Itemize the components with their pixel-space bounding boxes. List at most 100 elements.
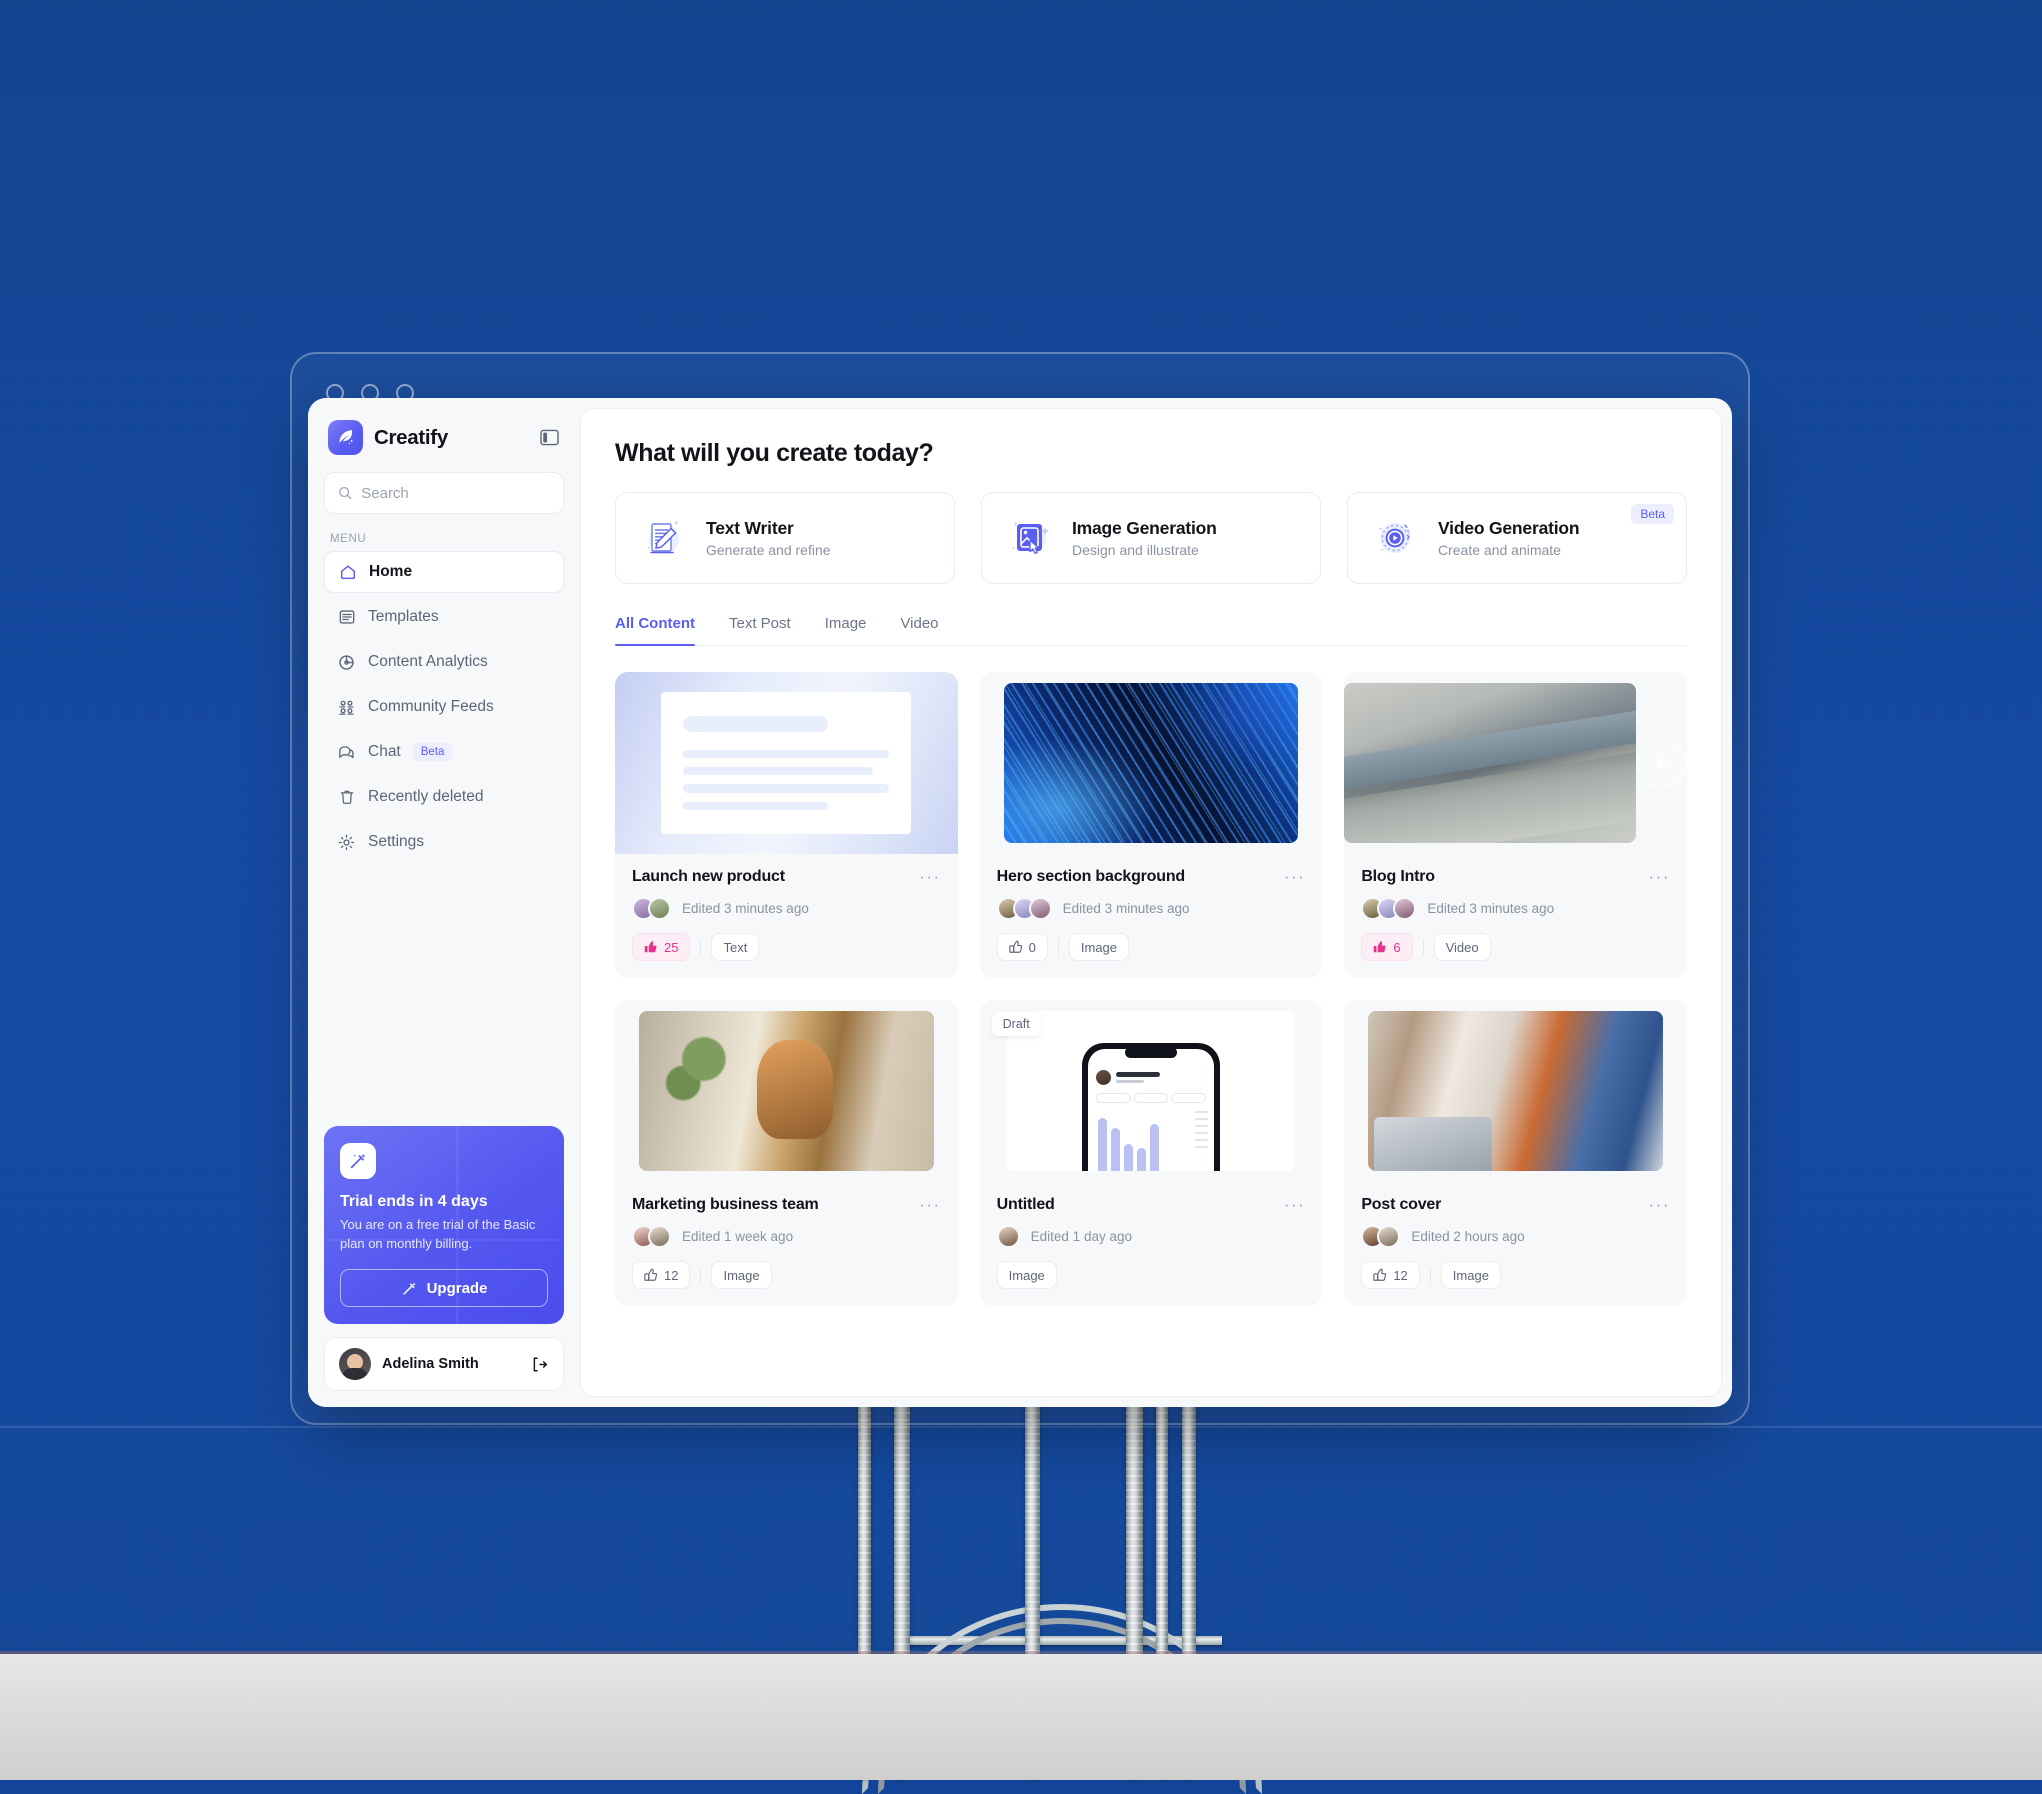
upgrade-button-label: Upgrade [426,1279,488,1297]
menu-section-label: MENU [330,533,367,545]
badge-divider [700,939,702,955]
user-name: Adelina Smith [382,1356,479,1372]
magic-wand-icon [402,1281,416,1295]
like-badge[interactable]: 12 [632,1261,691,1289]
like-count: 12 [664,1267,679,1283]
panel-collapse-icon[interactable] [538,427,560,449]
content-card[interactable]: Post cover ··· Edited 2 hours ago 12 Ima… [1344,1000,1687,1306]
brand-name: Creatify [374,425,448,449]
text-document-placeholder-thumbnail [615,672,958,854]
content-card-title: Launch new product [632,868,785,885]
templates-icon [337,608,356,627]
sidebar-item-label: Settings [368,833,425,850]
action-card-title: Image Generation [1072,518,1217,538]
play-button[interactable] [1635,737,1687,789]
app-logo [328,420,363,455]
tab-video[interactable]: Video [900,615,938,645]
action-card-video-generation[interactable]: Video Generation Create and animate Beta [1347,492,1687,584]
more-horizontal-icon[interactable]: ··· [919,868,940,885]
like-badge[interactable]: 25 [632,933,691,961]
edited-timestamp: Edited 2 hours ago [1411,1229,1525,1244]
content-card[interactable]: Marketing business team ··· Edited 1 wee… [615,1000,958,1306]
search-input[interactable] [361,484,550,502]
action-card-image-generation[interactable]: Image Generation Design and illustrate [981,492,1321,584]
sidebar-item-label: Content Analytics [368,653,488,670]
search-box[interactable] [324,472,564,514]
page-title: What will you create today? [615,439,934,467]
sidebar-item-recently-deleted[interactable]: Recently deleted [324,776,564,818]
sidebar-item-label: Home [369,563,413,580]
thumbs-up-icon [644,941,657,953]
content-card[interactable]: Blog Intro ··· Edited 3 minutes ago 6 Vi… [1344,672,1687,978]
grey-3d-render-video-thumbnail [1344,672,1687,854]
user-account-row[interactable]: Adelina Smith [324,1337,564,1391]
main-content: What will you create today? Text Writer … [580,408,1722,1397]
type-badge: Image [996,1261,1057,1289]
action-card-text-writer[interactable]: Text Writer Generate and refine [615,492,955,584]
content-card[interactable]: Launch new product ··· Edited 3 minutes … [615,672,958,978]
action-card-subtitle: Design and illustrate [1072,542,1199,558]
collaborator-avatars [996,1225,1020,1248]
edited-timestamp: Edited 3 minutes ago [1427,901,1555,916]
edited-timestamp: Edited 3 minutes ago [682,901,809,916]
collaborator-avatars [632,1225,671,1248]
logout-icon[interactable] [530,1355,549,1374]
like-count: 6 [1393,939,1401,955]
content-card[interactable]: Hero section background ··· Edited 3 min… [979,672,1323,978]
wall-seam [0,1426,2042,1428]
like-count: 0 [1028,939,1036,955]
floor [0,1654,2042,1780]
sidebar-item-settings[interactable]: Settings [324,821,564,863]
action-card-subtitle: Create and animate [1438,542,1561,558]
badge-divider [1057,939,1059,955]
sidebar-item-chat[interactable]: Chat Beta [324,731,564,773]
more-horizontal-icon[interactable]: ··· [1284,868,1305,885]
sidebar-item-templates[interactable]: Templates [324,596,564,638]
content-card-title: Marketing business team [632,1196,819,1213]
more-horizontal-icon[interactable]: ··· [1284,1196,1305,1213]
brand-header: Creatify [324,416,564,455]
upgrade-button[interactable]: Upgrade [340,1269,548,1307]
badge-divider [1429,1267,1431,1283]
sidebar-item-home[interactable]: Home [324,551,564,593]
sidebar-item-content-analytics[interactable]: Content Analytics [324,641,564,683]
like-badge[interactable]: 0 [996,933,1048,961]
tab-image[interactable]: Image [825,615,867,645]
home-icon [338,563,357,582]
type-badge: Text [711,933,760,961]
badge-divider [700,1267,702,1283]
tab-text-post[interactable]: Text Post [729,615,791,645]
search-icon [339,486,352,500]
video-play-icon [1370,512,1422,564]
phone-mockup-chart-thumbnail: Draft [979,1000,1323,1182]
like-count: 12 [1393,1267,1408,1283]
chat-bubble-icon [337,743,356,762]
like-badge[interactable]: 12 [1361,1261,1420,1289]
like-count: 25 [664,939,679,955]
content-filter-tabs: All Content Text Post Image Video [615,615,1687,646]
avatar [996,1225,1020,1248]
action-card-title: Video Generation [1438,518,1580,538]
thumbs-up-icon [644,1268,658,1281]
avatar [648,897,671,920]
type-badge: Image [1068,933,1130,961]
sidebar-item-label: Recently deleted [368,788,484,805]
sidebar-item-community-feeds[interactable]: Community Feeds [324,686,564,728]
more-horizontal-icon[interactable]: ··· [919,1196,940,1213]
like-badge[interactable]: 6 [1361,933,1413,961]
sidebar-item-label: Templates [368,608,439,625]
more-horizontal-icon[interactable]: ··· [1649,868,1670,885]
document-pen-icon [638,512,690,564]
content-card-title: Blog Intro [1361,868,1435,885]
avatar [1028,897,1052,920]
action-cards: Text Writer Generate and refine Image Ge… [615,492,1687,584]
thumbs-up-icon [1373,1268,1387,1281]
avatar [648,1225,671,1248]
tab-all-content[interactable]: All Content [615,615,695,646]
more-horizontal-icon[interactable]: ··· [1649,1196,1670,1213]
content-card-title: Untitled [996,1196,1055,1213]
edited-timestamp: Edited 3 minutes ago [1062,901,1190,916]
edited-timestamp: Edited 1 week ago [682,1229,794,1244]
avatar [1377,1225,1401,1248]
content-card[interactable]: Draft Untitled ··· Edited 1 day ago Imag… [979,1000,1323,1306]
